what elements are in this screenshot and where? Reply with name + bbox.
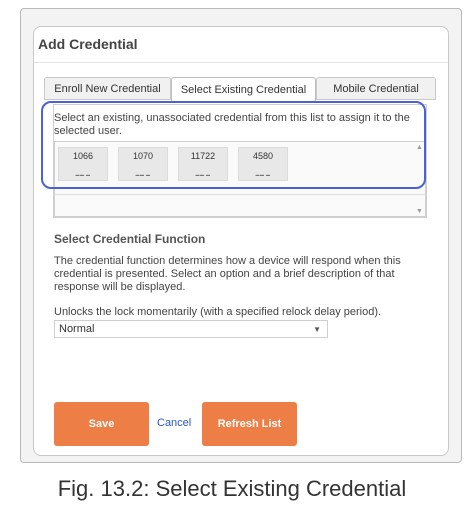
credential-function-select[interactable]: Normal ▼ (54, 320, 328, 338)
title-divider (34, 62, 448, 63)
tab-select-existing-credential[interactable]: Select Existing Credential (171, 77, 316, 101)
figure-caption: Fig. 13.2: Select Existing Credential (57, 476, 407, 501)
save-button[interactable]: Save (54, 402, 149, 446)
tab-enroll-new-credential[interactable]: Enroll New Credential (44, 77, 171, 100)
selected-function-description: Unlocks the lock momentarily (with a spe… (54, 306, 382, 318)
credential-function-title: Select Credential Function (54, 232, 206, 246)
select-value: Normal (59, 323, 95, 335)
tab-mobile-credential[interactable]: Mobile Credential (316, 77, 436, 100)
scroll-down-arrow-icon[interactable]: ▼ (416, 208, 423, 215)
refresh-list-button[interactable]: Refresh List (202, 402, 297, 446)
credential-list-divider (54, 194, 426, 195)
annotation-highlight-box (41, 101, 426, 189)
cancel-link[interactable]: Cancel (157, 417, 191, 429)
dialog-title: Add Credential (38, 36, 138, 52)
credential-function-description: The credential function determines how a… (54, 255, 401, 293)
chevron-down-icon: ▼ (313, 325, 321, 334)
